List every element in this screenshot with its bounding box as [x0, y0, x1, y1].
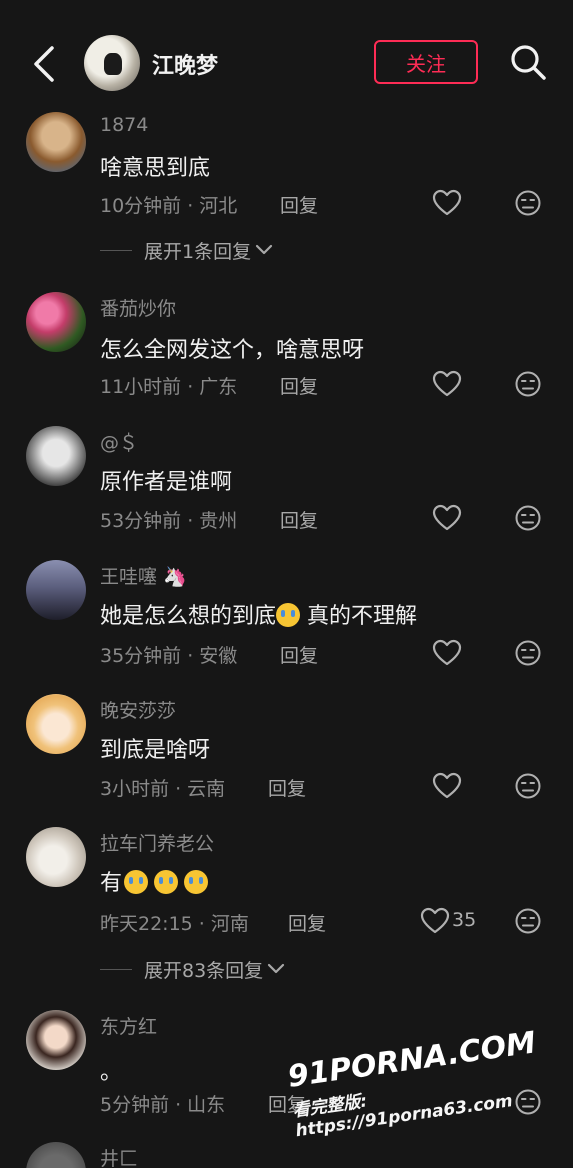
comment-username[interactable]: @＄	[100, 428, 138, 455]
crying-emoji-icon	[184, 870, 209, 894]
avatar[interactable]	[26, 560, 86, 620]
comment-time: 53分钟前	[100, 510, 182, 532]
comment-region: 云南	[187, 778, 226, 800]
comment-region: 安徽	[199, 645, 238, 667]
reply-button[interactable]: 回复	[280, 641, 318, 668]
search-icon[interactable]	[508, 42, 548, 82]
dislike-face-icon[interactable]	[514, 639, 542, 667]
avatar[interactable]	[26, 1010, 86, 1070]
crying-emoji-icon	[154, 870, 179, 894]
author-avatar[interactable]	[84, 35, 140, 91]
comment-text: 有	[100, 865, 209, 897]
comment-region: 贵州	[199, 510, 238, 532]
heart-icon[interactable]	[432, 639, 462, 667]
author-name[interactable]: 江晚梦	[152, 48, 218, 80]
dislike-face-icon[interactable]	[514, 772, 542, 800]
comment-time: 10分钟前	[100, 195, 182, 217]
comment-time: 5分钟前	[100, 1094, 170, 1116]
comment-username[interactable]: 1874	[100, 114, 148, 136]
chevron-down-icon	[268, 963, 285, 974]
dislike-face-icon[interactable]	[514, 189, 542, 217]
avatar[interactable]	[26, 426, 86, 486]
divider	[100, 249, 132, 251]
comment-region: 河南	[210, 913, 249, 935]
avatar[interactable]	[26, 292, 86, 352]
reply-button[interactable]: 回复	[288, 909, 326, 936]
comment-meta: 35分钟前 · 安徽	[100, 645, 238, 667]
comment-meta: 昨天22:15 · 河南	[100, 913, 249, 935]
avatar[interactable]	[26, 827, 86, 887]
expand-replies-button[interactable]: 展开83条回复	[100, 955, 285, 983]
divider	[100, 968, 132, 970]
comment-username[interactable]: 井匚	[100, 1144, 138, 1168]
comment-meta: 3小时前 · 云南	[100, 778, 226, 800]
comment-time: 昨天22:15	[100, 913, 193, 935]
crying-emoji-icon	[276, 603, 301, 627]
dislike-face-icon[interactable]	[514, 907, 542, 935]
back-arrow-icon[interactable]	[28, 44, 64, 84]
comment-region: 山东	[187, 1094, 226, 1116]
comment-time: 3小时前	[100, 778, 170, 800]
reply-button[interactable]: 回复	[280, 191, 318, 218]
expand-replies-button[interactable]: 展开1条回复	[100, 236, 273, 264]
comment-text: 她是怎么想的到底 真的不理解	[100, 598, 417, 630]
avatar[interactable]	[26, 1142, 86, 1168]
comment-region: 河北	[199, 195, 238, 217]
heart-icon[interactable]	[432, 504, 462, 532]
comment-text-main: 有	[100, 871, 123, 896]
heart-icon[interactable]	[432, 189, 462, 217]
comment-username[interactable]: 拉车门养老公	[100, 829, 214, 856]
comment-username[interactable]: 王哇噻 🦄	[100, 562, 187, 589]
follow-button[interactable]: 关注	[374, 40, 478, 84]
comment-meta: 5分钟前 · 山东	[100, 1094, 226, 1116]
chevron-down-icon	[255, 244, 273, 255]
crying-emoji-icon	[124, 870, 149, 894]
like-count: 35	[452, 909, 477, 931]
heart-icon[interactable]	[432, 370, 462, 398]
comment-time: 11小时前	[100, 376, 182, 398]
comment-meta: 11小时前 · 广东	[100, 376, 238, 398]
comment-meta: 10分钟前 · 河北	[100, 195, 238, 217]
top-bar: 江晚梦 关注	[0, 0, 573, 112]
dislike-face-icon[interactable]	[514, 370, 542, 398]
reply-button[interactable]: 回复	[280, 372, 318, 399]
comment-text-suffix: 真的不理解	[307, 604, 418, 629]
comment-text: 到底是啥呀	[100, 738, 211, 763]
heart-icon[interactable]	[420, 907, 450, 935]
comment-meta: 53分钟前 · 贵州	[100, 510, 238, 532]
expand-replies-label: 展开1条回复	[144, 240, 252, 263]
avatar[interactable]	[26, 694, 86, 754]
heart-icon[interactable]	[432, 772, 462, 800]
comment-text: 。	[100, 1060, 123, 1085]
comment-time: 35分钟前	[100, 645, 182, 667]
comment-region: 广东	[199, 376, 238, 398]
comment-text-main: 她是怎么想的到底	[100, 604, 277, 629]
comment-username[interactable]: 晚安莎莎	[100, 696, 176, 723]
dislike-face-icon[interactable]	[514, 504, 542, 532]
comment-text: 怎么全网发这个，啥意思呀	[100, 338, 365, 363]
reply-button[interactable]: 回复	[268, 774, 306, 801]
comment-list[interactable]: 1874 啥意思到底 10分钟前 · 河北 回复 展开1条回复 番茄炒你 怎么全网发…	[0, 112, 573, 1168]
comment-text: 啥意思到底	[100, 156, 211, 181]
avatar[interactable]	[26, 112, 86, 172]
reply-button[interactable]: 回复	[280, 506, 318, 533]
comment-username[interactable]: 番茄炒你	[100, 294, 176, 321]
expand-replies-label: 展开83条回复	[144, 959, 264, 982]
comment-text: 原作者是谁啊	[100, 470, 233, 495]
comment-username[interactable]: 东方红	[100, 1012, 157, 1039]
